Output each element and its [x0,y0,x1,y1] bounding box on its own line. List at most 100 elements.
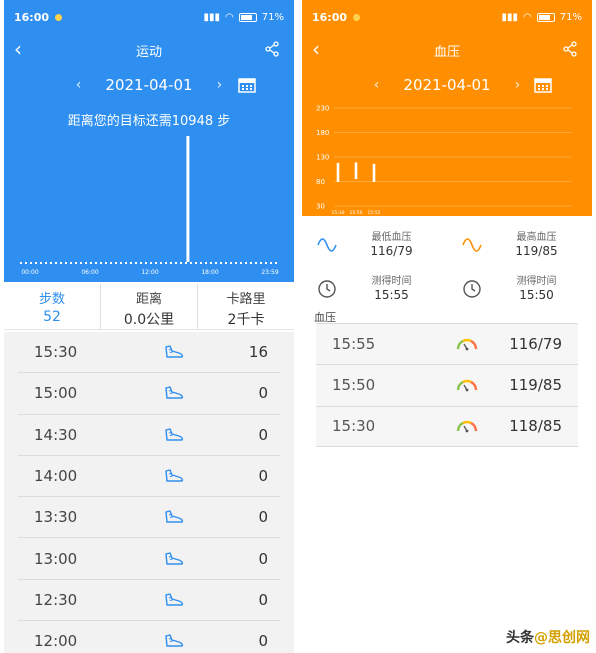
baseline-dot [170,262,172,264]
time-card-1: 测得时间 15:55 [302,266,447,310]
list-item[interactable]: 15:55 116/79 [316,323,578,365]
baseline-dot [210,262,212,264]
battery-text: 71% [559,11,582,23]
baseline-dot [150,262,152,264]
highest-bp-card: 最高血压 119/85 [447,222,592,266]
next-day-icon[interactable]: › [217,77,223,93]
baseline-dot [235,262,237,264]
baseline-dot [200,262,202,264]
card-label: 最高血压 [516,232,557,243]
baseline-dot [185,262,187,264]
record-value: 0 [258,508,268,527]
back-icon[interactable]: ‹ [14,38,22,60]
bp-range-bar [336,162,340,182]
calendar-icon[interactable] [238,77,256,93]
watermark: 头条@思创网 [506,627,590,647]
card-value: 15:50 [519,288,554,302]
tab-value: 0.0公里 [123,312,175,328]
shoe-icon [128,344,220,360]
list-item[interactable]: 15:30 118/85 [316,405,578,447]
status-bar: 16:00 ▮▮▮ ◠ 71% [302,0,592,34]
shoe-icon [128,633,220,649]
record-value: 118/85 [509,417,562,436]
baseline-dot [120,262,122,264]
bp-range-bar [354,162,358,180]
list-item[interactable]: 15:00 0 [18,373,280,415]
prev-day-icon[interactable]: ‹ [374,77,380,93]
record-time: 14:30 [34,425,78,444]
baseline-dot [220,262,222,264]
record-value: 16 [248,343,268,362]
record-value: 0 [258,632,268,651]
baseline-dot [270,262,272,264]
y-tick-label: 30 [316,203,325,211]
baseline-dot [275,262,277,264]
blood-pressure-screen: 16:00 ▮▮▮ ◠ 71% ‹ 血压 ‹ 2021-04-01 › 230 … [302,0,592,653]
next-day-icon[interactable]: › [515,77,521,93]
notification-icon [353,13,361,21]
back-icon[interactable]: ‹ [312,38,320,60]
baseline-dot [125,262,127,264]
baseline-dot [165,262,167,264]
tab-distance[interactable]: 距离 0.0公里 [101,284,198,329]
baseline-dot [260,262,262,264]
list-item[interactable]: 14:30 0 [18,415,280,456]
list-item[interactable]: 13:00 0 [18,538,280,580]
card-label: 测得时间 [371,276,412,287]
step-record-list: 15:30 16 15:00 0 14:30 0 14:00 0 13:30 0 13:0… [4,332,294,653]
record-value: 0 [258,590,268,609]
tab-label: 卡路里 [226,292,266,307]
record-time: 13:30 [34,508,78,527]
baseline-dot [240,262,242,264]
list-item[interactable]: 14:00 0 [18,456,280,498]
list-item[interactable]: 12:00 0 [18,621,280,653]
baseline-dot [205,262,207,264]
prev-day-icon[interactable]: ‹ [76,77,82,93]
list-item[interactable]: 15:30 16 [18,332,280,374]
record-time: 12:00 [34,632,78,651]
list-item[interactable]: 12:30 0 [18,580,280,622]
baseline-dot [135,262,137,264]
watermark-brand: @思创网 [534,630,590,646]
card-label: 测得时间 [516,276,557,287]
list-item[interactable]: 15:50 119/85 [316,364,578,406]
battery-icon [238,12,257,22]
baseline-dot [75,262,77,264]
baseline-dot [110,262,112,264]
y-tick-label: 130 [316,154,329,162]
share-icon[interactable] [264,41,280,57]
wifi-icon: ◠ [523,11,532,23]
baseline-dot [245,262,247,264]
x-tick-label: 18:00 [201,269,218,276]
lowest-bp-card: 最低血压 116/79 [302,222,447,266]
signal-icon: ▮▮▮ [501,11,519,23]
wifi-icon: ◠ [225,11,234,23]
shoe-icon [128,427,220,443]
y-tick-label: 180 [316,129,329,137]
baseline-dot [35,262,37,264]
record-time: 13:00 [34,549,78,568]
record-time: 15:50 [332,376,376,395]
bp-range-bar [372,163,376,182]
record-value: 0 [258,549,268,568]
summary-tabs: 步数 52 距离 0.0公里 卡路里 2千卡 [4,284,294,330]
gauge-icon [426,337,508,351]
watermark-text: 头条 [506,630,534,646]
date-selector: ‹ 2021-04-01 › [302,76,592,94]
app-bar: ‹ 运动 [4,34,294,66]
share-icon[interactable] [562,41,578,57]
record-time: 15:30 [332,417,376,436]
wave-icon [317,238,337,252]
tab-calories[interactable]: 卡路里 2千卡 [198,284,294,329]
card-value: 15:55 [374,288,409,302]
baseline-dot [155,262,157,264]
tab-steps[interactable]: 步数 52 [4,284,101,329]
shoe-icon [128,592,220,608]
baseline-dot [255,262,257,264]
record-value: 116/79 [509,335,562,354]
bp-summary: 最低血压 116/79 最高血压 119/85 测得时间 15:55 测得时间 … [302,218,592,308]
list-item[interactable]: 13:30 0 [18,497,280,539]
calendar-icon[interactable] [534,77,552,93]
x-tick-label: 15:30 [332,210,345,216]
bp-chart: 230 180 130 80 30 15:30 15:50 15:55 [316,105,572,216]
